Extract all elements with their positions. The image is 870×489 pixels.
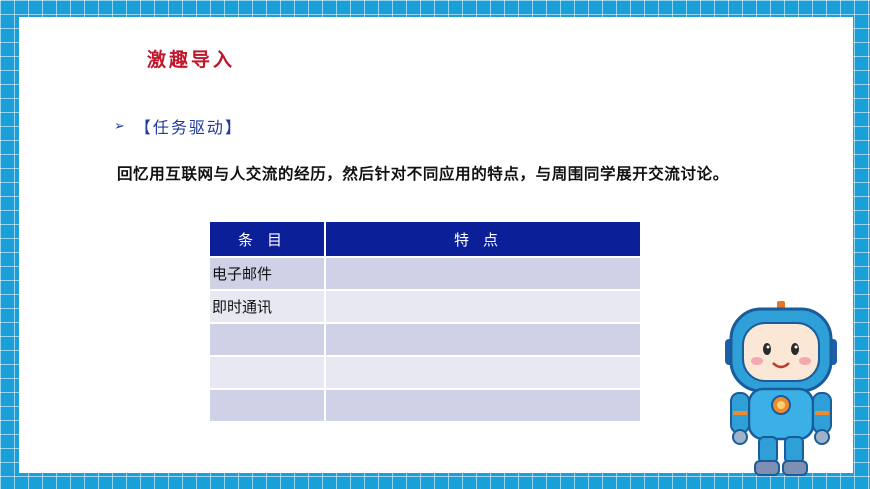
- feature-table: 条目 特点 电子邮件 即时通讯: [210, 222, 640, 421]
- table-cell-item: [210, 355, 326, 389]
- table-cell-item: [210, 322, 326, 356]
- slide-canvas: 激趣导入 ➢ 【任务驱动】 回忆用互联网与人交流的经历，然后针对不同应用的特点，…: [19, 17, 853, 476]
- table-cell-feature: [325, 322, 640, 356]
- task-label: 【任务驱动】: [134, 118, 243, 137]
- table-row: 即时通讯: [210, 289, 640, 323]
- table-cell-item: 电子邮件: [210, 256, 326, 290]
- table-header-row: 条目 特点: [210, 222, 640, 257]
- table-cell-item: [210, 388, 326, 421]
- table-cell-feature: [325, 256, 640, 290]
- task-heading: ➢ 【任务驱动】: [114, 114, 243, 138]
- instruction-paragraph: 回忆用互联网与人交流的经历，然后针对不同应用的特点，与周围同学展开交流讨论。: [117, 164, 729, 183]
- header-feature: 特点: [325, 222, 640, 257]
- table-cell-feature: [325, 355, 640, 389]
- table-cell-feature: [325, 388, 640, 421]
- table-cell-feature: [325, 289, 640, 323]
- table-row: [210, 388, 640, 421]
- page-title: 激趣导入: [147, 49, 236, 71]
- table-cell-item: 即时通讯: [210, 289, 326, 323]
- arrow-bullet-icon: ➢: [114, 118, 125, 134]
- table-row: [210, 355, 640, 389]
- header-item: 条目: [210, 222, 326, 257]
- table-row: 电子邮件: [210, 256, 640, 290]
- robot-mascot-icon: [725, 301, 837, 476]
- table-row: [210, 322, 640, 356]
